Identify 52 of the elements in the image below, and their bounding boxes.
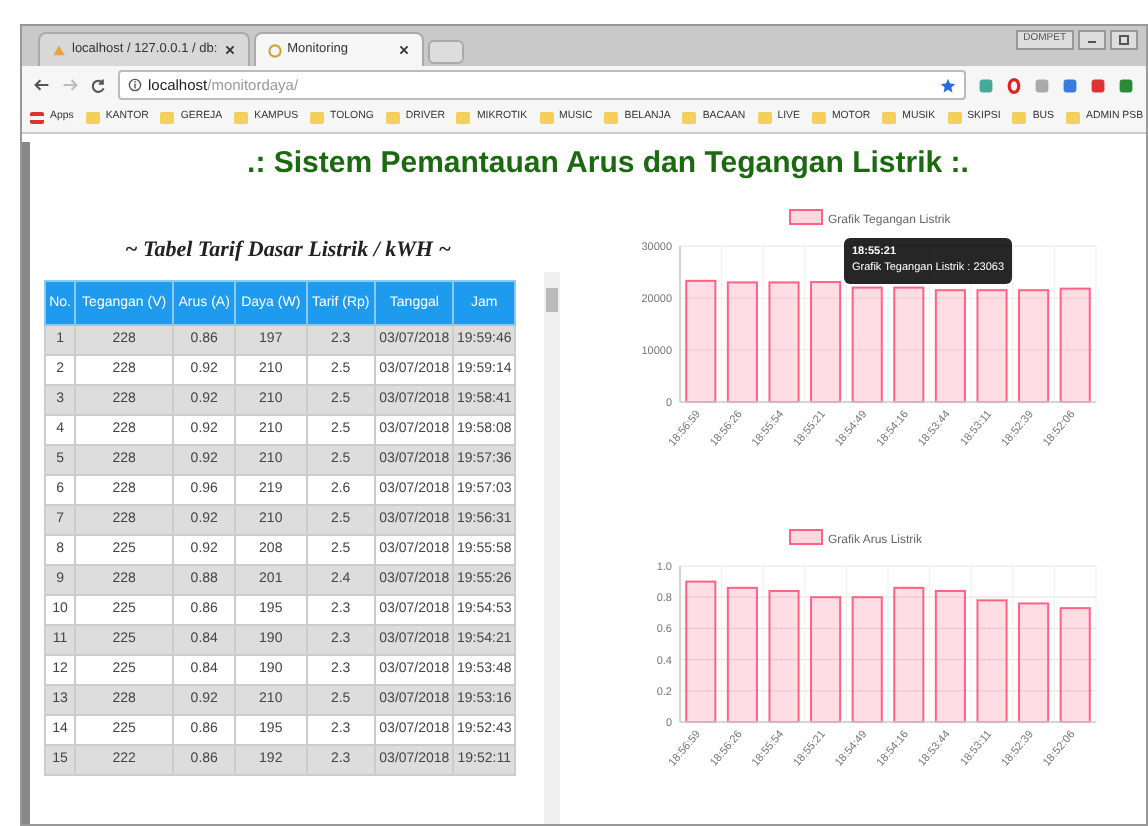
chart-bar bbox=[1018, 602, 1050, 723]
chart-bar bbox=[893, 286, 925, 403]
maximize-button[interactable] bbox=[1110, 30, 1138, 50]
folder-icon bbox=[85, 111, 100, 124]
chart-bar bbox=[1018, 289, 1050, 403]
chart-bar bbox=[976, 599, 1008, 723]
chart-bar bbox=[685, 279, 717, 403]
chart-bar bbox=[851, 596, 883, 723]
apps-icon bbox=[30, 111, 44, 124]
scrollbar-thumb[interactable] bbox=[546, 288, 558, 312]
chart-bar bbox=[851, 286, 883, 403]
folder-icon bbox=[160, 111, 175, 124]
chart-bar bbox=[810, 596, 842, 723]
chart-bar bbox=[685, 580, 717, 723]
folder-icon bbox=[456, 111, 471, 124]
scrollbar[interactable] bbox=[544, 272, 560, 824]
circle-icon[interactable] bbox=[1006, 77, 1022, 93]
minimize-button[interactable] bbox=[1078, 30, 1106, 50]
legend-swatch bbox=[789, 529, 823, 545]
chart-bar bbox=[810, 281, 842, 403]
close-icon[interactable] bbox=[397, 44, 410, 56]
info-icon bbox=[128, 78, 142, 92]
chart-bar bbox=[726, 586, 758, 723]
chart-bar bbox=[893, 586, 925, 723]
folder-icon bbox=[757, 111, 772, 124]
folder-icon bbox=[604, 111, 619, 124]
back-icon[interactable] bbox=[34, 78, 50, 92]
chart-bar bbox=[768, 589, 800, 723]
chart-bar bbox=[934, 589, 966, 723]
folder-icon bbox=[1012, 111, 1027, 124]
folder-icon bbox=[310, 111, 325, 124]
chart-bar bbox=[768, 281, 800, 403]
page-heading: .: Sistem Pemantauan Arus dan Tegangan Listrik :. bbox=[245, 144, 971, 184]
folder-icon bbox=[234, 111, 249, 124]
folder-icon bbox=[1066, 111, 1080, 124]
folder-icon bbox=[811, 111, 826, 124]
chart-bar bbox=[976, 289, 1008, 403]
chart-bar bbox=[934, 289, 966, 403]
folder-icon bbox=[682, 111, 697, 124]
table-title: ~ Tabel Tarif Dasar Listrik / kWH ~ bbox=[123, 236, 453, 266]
folder-icon bbox=[539, 111, 554, 124]
chart-bar bbox=[1059, 287, 1091, 403]
legend-swatch bbox=[789, 209, 823, 225]
folder-icon bbox=[947, 111, 962, 124]
close-icon[interactable] bbox=[223, 44, 236, 56]
star-icon[interactable] bbox=[940, 77, 956, 93]
reload-icon[interactable] bbox=[90, 77, 106, 93]
chart-bar bbox=[1059, 607, 1091, 723]
folder-icon bbox=[882, 111, 897, 124]
folder-icon bbox=[385, 111, 400, 124]
maximize-icon[interactable] bbox=[1118, 32, 1130, 48]
chart-bar bbox=[726, 281, 758, 403]
